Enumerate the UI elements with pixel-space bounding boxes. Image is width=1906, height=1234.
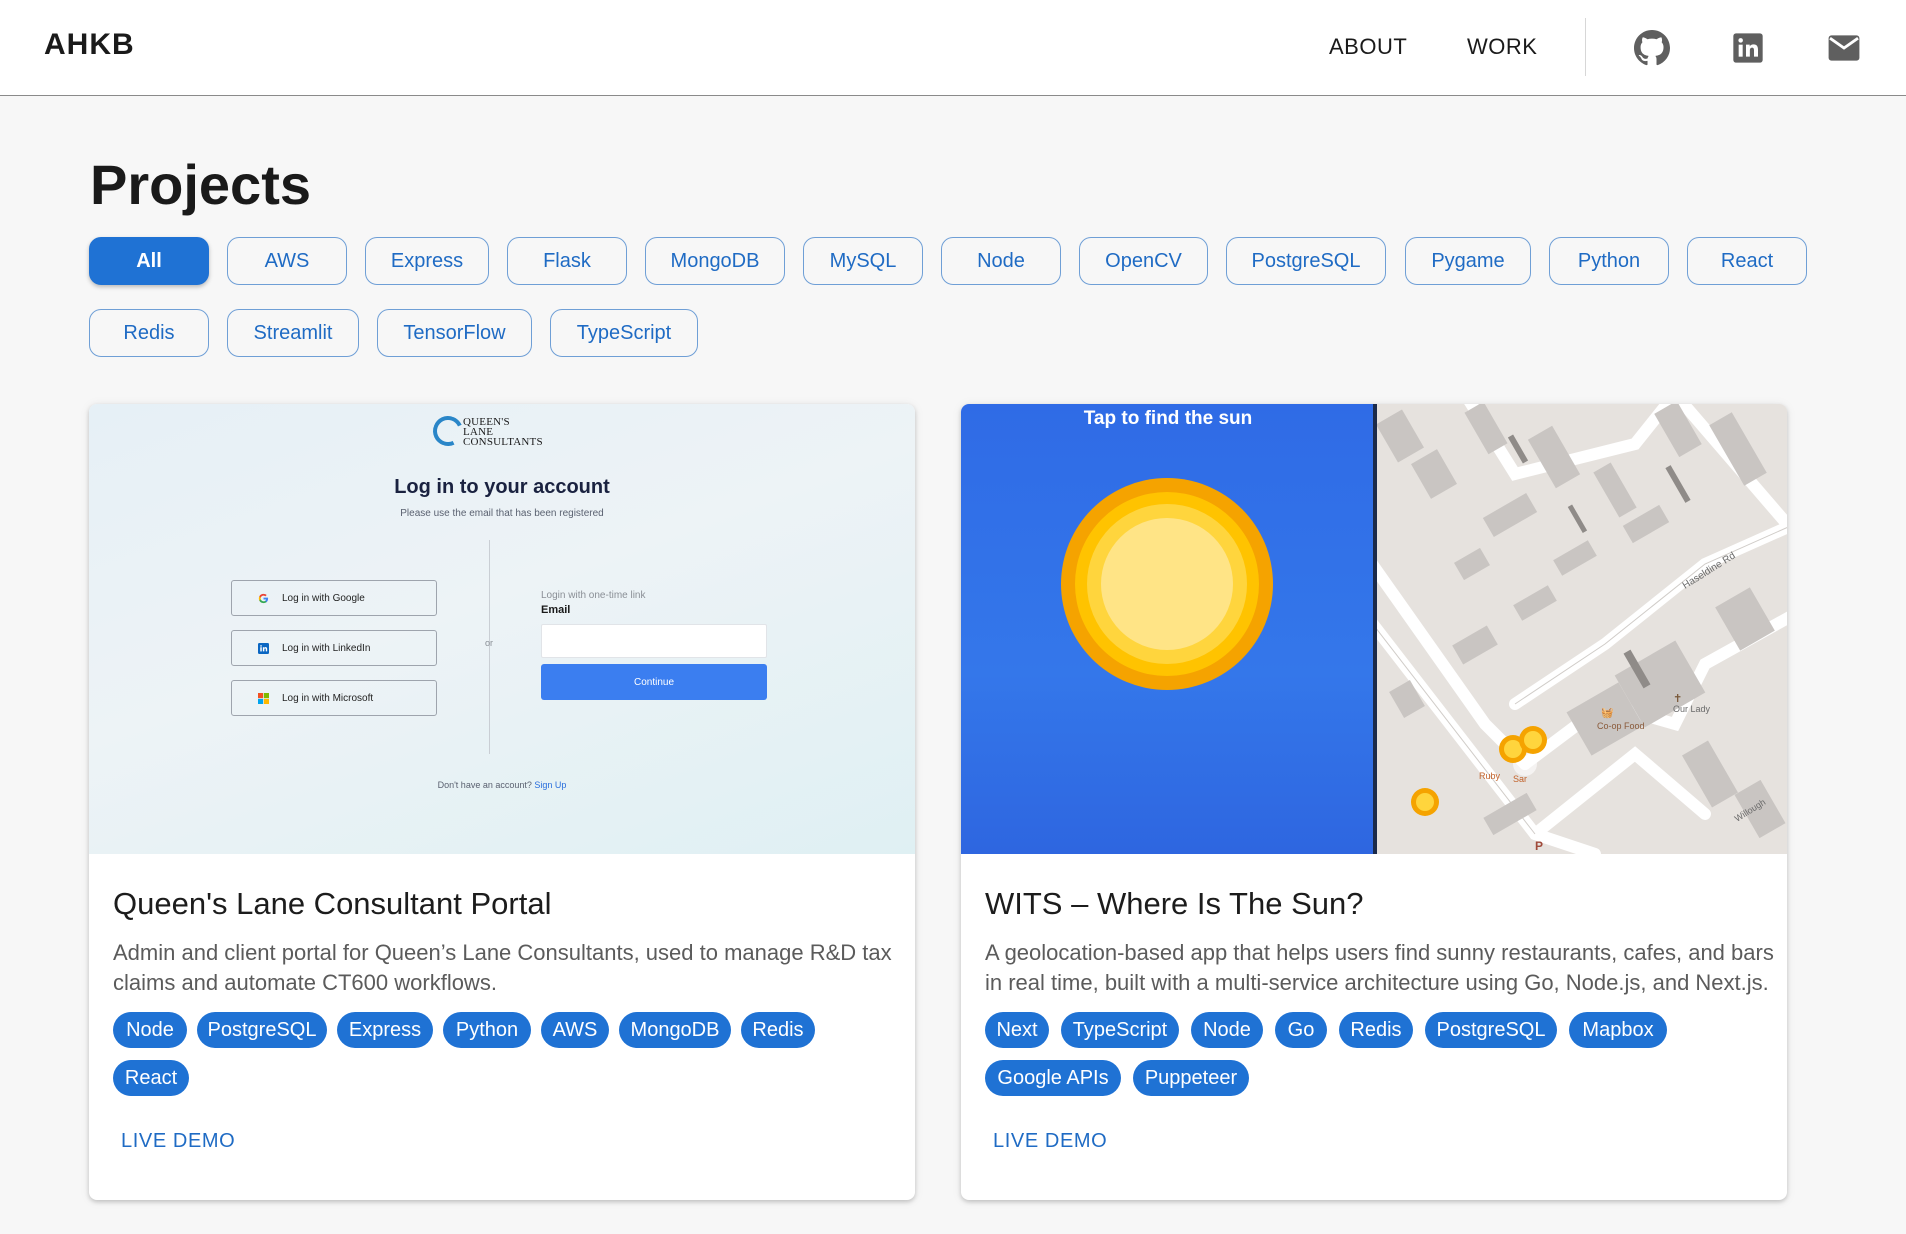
filter-chip-flask[interactable]: Flask bbox=[507, 237, 627, 285]
filter-chip-mysql[interactable]: MySQL bbox=[803, 237, 923, 285]
tag-python: Python bbox=[443, 1012, 531, 1048]
preview-microsoft-label: Log in with Microsoft bbox=[282, 692, 374, 704]
map-label-coop: Co-op Food bbox=[1597, 721, 1645, 731]
filter-chip-streamlit[interactable]: Streamlit bbox=[227, 309, 359, 357]
preview-signup-footer: Don't have an account? Sign Up bbox=[89, 780, 915, 790]
microsoft-icon bbox=[258, 693, 269, 704]
tag-mongodb: MongoDB bbox=[619, 1012, 731, 1048]
nav-about[interactable]: ABOUT bbox=[1329, 34, 1407, 60]
preview-google-label: Log in with Google bbox=[282, 592, 365, 604]
filter-chip-react[interactable]: React bbox=[1687, 237, 1807, 285]
tag-google-apis: Google APIs bbox=[985, 1060, 1121, 1096]
map-panel: Haseldine Rd Co-op Food Our Lady Ruby Sa… bbox=[1359, 404, 1787, 854]
nav-work[interactable]: WORK bbox=[1467, 34, 1537, 60]
sun-icon bbox=[1061, 478, 1273, 690]
linkedin-icon[interactable] bbox=[1728, 28, 1768, 68]
project-title: WITS – Where Is The Sun? bbox=[985, 886, 1364, 921]
filter-chip-node[interactable]: Node bbox=[941, 237, 1061, 285]
filter-chip-opencv[interactable]: OpenCV bbox=[1079, 237, 1208, 285]
filter-chip-python[interactable]: Python bbox=[1549, 237, 1669, 285]
preview-linkedin-button: Log in with LinkedIn bbox=[231, 630, 437, 666]
project-description: Admin and client portal for Queen’s Lane… bbox=[113, 940, 892, 995]
map-label-ruby: Ruby bbox=[1479, 771, 1501, 781]
preview-linkedin-label: Log in with LinkedIn bbox=[282, 642, 371, 654]
filter-chip-pygame[interactable]: Pygame bbox=[1405, 237, 1531, 285]
top-app-bar: AHKB ABOUT WORK bbox=[0, 0, 1906, 96]
tag-node: Node bbox=[1191, 1012, 1263, 1048]
project-card-wits: Tap to find the sun Haseldine Rd Co-op F… bbox=[961, 404, 1787, 1200]
filter-chip-mongodb[interactable]: MongoDB bbox=[645, 237, 785, 285]
project-screenshot: QUEEN'S LANE CONSULTANTS Log in to your … bbox=[89, 404, 915, 854]
filter-chip-express[interactable]: Express bbox=[365, 237, 489, 285]
church-icon: ✝ bbox=[1673, 693, 1682, 705]
tag-node: Node bbox=[113, 1012, 187, 1048]
preview-microsoft-button: Log in with Microsoft bbox=[231, 680, 437, 716]
tag-aws: AWS bbox=[541, 1012, 609, 1048]
google-icon bbox=[258, 593, 269, 604]
mail-icon[interactable] bbox=[1824, 28, 1864, 68]
svg-text:P: P bbox=[1535, 839, 1543, 853]
project-description: A geolocation-based app that helps users… bbox=[985, 940, 1774, 995]
map-label-church: Our Lady bbox=[1673, 704, 1711, 714]
preview-login-subheading: Please use the email that has been regis… bbox=[400, 508, 604, 519]
preview-login-heading: Log in to your account bbox=[394, 476, 610, 498]
preview-email-label: Email bbox=[541, 604, 571, 616]
page-title: Projects bbox=[90, 153, 311, 216]
project-screenshot: Tap to find the sun Haseldine Rd Co-op F… bbox=[961, 404, 1787, 854]
tag-express: Express bbox=[337, 1012, 433, 1048]
queens-lane-logo-text: QUEEN'S LANE CONSULTANTS bbox=[463, 416, 543, 448]
nav-divider bbox=[1585, 18, 1586, 76]
tag-postgresql: PostgreSQL bbox=[197, 1012, 327, 1048]
tag-typescript: TypeScript bbox=[1061, 1012, 1179, 1048]
live-demo-link[interactable]: LIVE DEMO bbox=[993, 1130, 1107, 1153]
project-title: Queen's Lane Consultant Portal bbox=[113, 886, 552, 921]
filter-chip-all[interactable]: All bbox=[89, 237, 209, 285]
linkedin-small-icon bbox=[258, 643, 269, 654]
tag-mapbox: Mapbox bbox=[1569, 1012, 1667, 1048]
tag-redis: Redis bbox=[741, 1012, 815, 1048]
preview-signup-prefix: Don't have an account? bbox=[437, 780, 532, 790]
brand-logo[interactable]: AHKB bbox=[44, 28, 135, 62]
tag-react: React bbox=[113, 1060, 189, 1096]
preview-otl-label: Login with one-time link bbox=[541, 590, 646, 601]
filter-chip-postgresql[interactable]: PostgreSQL bbox=[1226, 237, 1386, 285]
tag-go: Go bbox=[1275, 1012, 1327, 1048]
github-icon[interactable] bbox=[1632, 28, 1672, 68]
project-card-queens-lane: QUEEN'S LANE CONSULTANTS Log in to your … bbox=[89, 404, 915, 1200]
filter-chip-tensorflow[interactable]: TensorFlow bbox=[377, 309, 532, 357]
filter-chip-typescript[interactable]: TypeScript bbox=[550, 309, 698, 357]
preview-or-label: or bbox=[485, 638, 494, 648]
tag-puppeteer: Puppeteer bbox=[1133, 1060, 1249, 1096]
sun-panel: Tap to find the sun bbox=[961, 404, 1375, 854]
map-graphic: Haseldine Rd Co-op Food Our Lady Ruby Sa… bbox=[1359, 404, 1787, 854]
tag-postgresql: PostgreSQL bbox=[1425, 1012, 1557, 1048]
basket-icon: 🧺 bbox=[1601, 707, 1613, 719]
preview-google-button: Log in with Google bbox=[231, 580, 437, 616]
panel-separator bbox=[1373, 404, 1377, 854]
live-demo-link[interactable]: LIVE DEMO bbox=[121, 1130, 235, 1153]
tag-redis: Redis bbox=[1339, 1012, 1413, 1048]
tag-next: Next bbox=[985, 1012, 1049, 1048]
preview-signup-link: Sign Up bbox=[534, 780, 567, 790]
preview-email-field bbox=[541, 624, 767, 658]
filter-chip-redis[interactable]: Redis bbox=[89, 309, 209, 357]
queens-lane-logo-icon bbox=[428, 411, 468, 451]
preview-continue-button: Continue bbox=[541, 664, 767, 700]
filter-chip-aws[interactable]: AWS bbox=[227, 237, 347, 285]
